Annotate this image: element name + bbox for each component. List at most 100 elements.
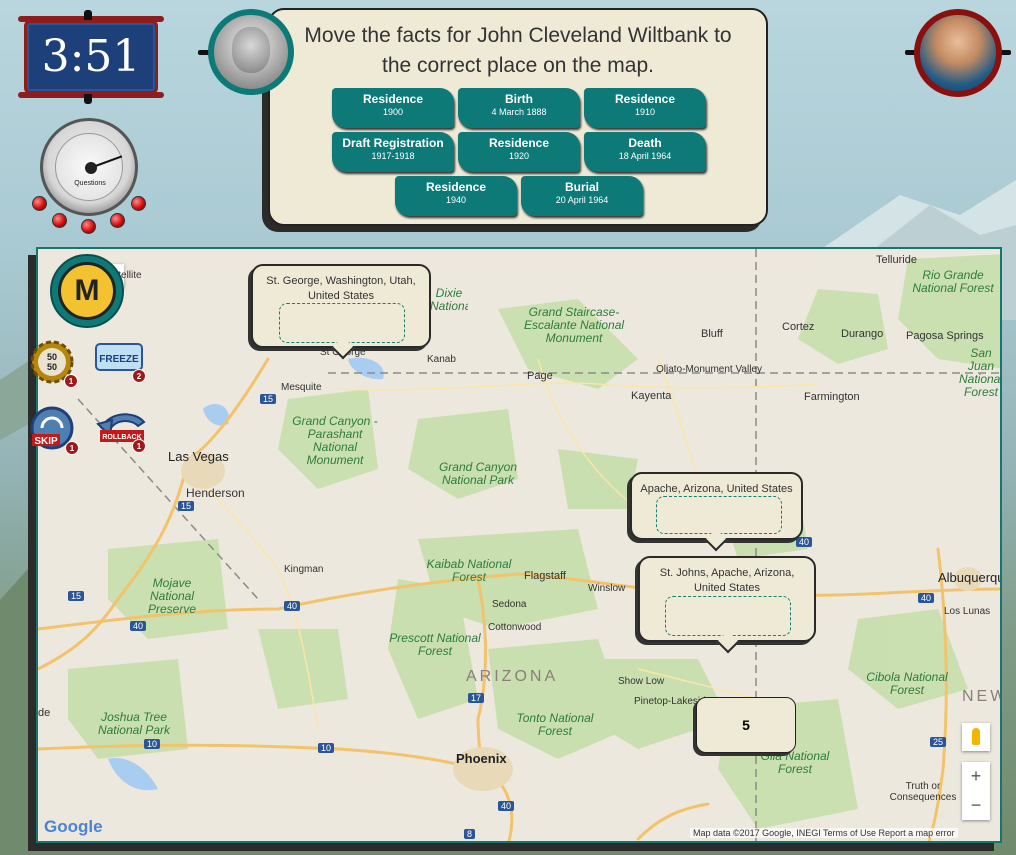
highway-shield: 15 <box>68 591 85 601</box>
mode-badge: M <box>50 254 124 328</box>
place-label: Kingman <box>284 564 324 575</box>
question-dot <box>110 213 125 228</box>
zoom-control: + − <box>962 762 990 820</box>
countdown-timer: 3:51 <box>18 10 164 104</box>
svg-text:50: 50 <box>47 352 57 362</box>
fact-card[interactable]: Birth 4 March 1888 <box>458 88 580 128</box>
zoom-out-button[interactable]: − <box>962 791 990 820</box>
google-logo: Google <box>44 817 103 836</box>
city-label: Las Vegas <box>168 449 229 464</box>
place-label: Los Lunas <box>944 606 991 617</box>
place-label: Farmington <box>804 391 860 403</box>
highway-shield: 15 <box>178 501 195 511</box>
question-dot <box>52 213 67 228</box>
place-label: Sedona <box>492 599 527 610</box>
fact-card[interactable]: Residence 1940 <box>395 176 517 216</box>
place-label: Durango <box>841 328 884 340</box>
park-label: Joshua Tree National Park <box>97 710 171 737</box>
park-label: Grand Canyon - Parashant National Monume… <box>292 414 378 467</box>
drop-target-st-johns[interactable]: St. Johns, Apache, Arizona, United State… <box>638 556 816 654</box>
park-label: Grand Staircase-Escalante National Monum… <box>523 305 625 345</box>
callout-title: St. Johns, Apache, Arizona, United State… <box>659 567 795 594</box>
skip-lifeline[interactable]: SKIP 1 <box>28 404 80 455</box>
drop-target-st-george[interactable]: St. George, Washington, Utah, United Sta… <box>251 264 431 360</box>
callout-title: Apache, Arizona, United States <box>640 483 793 495</box>
fact-card[interactable]: Burial 20 April 1964 <box>521 176 643 216</box>
highway-shield: 25 <box>930 737 947 747</box>
map-attribution[interactable]: Map data ©2017 Google, INEGI Terms of Us… <box>690 828 958 838</box>
highway-shield: 10 <box>144 739 161 749</box>
fifty-fifty-lifeline[interactable]: 50 50 1 <box>30 340 78 388</box>
lifeline-count: 1 <box>64 374 78 388</box>
counter-box: 5 <box>696 697 796 753</box>
question-dot <box>81 219 96 234</box>
place-label: Show Low <box>618 676 665 687</box>
park-label: Tonto National Forest <box>516 711 594 738</box>
state-label: ARIZONA <box>466 668 559 685</box>
highway-shield: 17 <box>468 693 485 703</box>
place-label: Cottonwood <box>488 622 542 633</box>
highway-shield: 40 <box>918 593 935 603</box>
place-label: Telluride <box>876 254 917 266</box>
highway-shield: 40 <box>796 537 813 547</box>
place-label: Oljato-Monument Valley <box>656 364 762 375</box>
player-avatar <box>914 9 1002 97</box>
question-dot <box>131 196 146 211</box>
drop-zone[interactable] <box>656 496 782 534</box>
question-dot <box>32 196 47 211</box>
place-label: Bluff <box>701 328 723 340</box>
lifeline-count: 1 <box>132 439 146 453</box>
highway-shield: 15 <box>260 394 277 404</box>
place-label: Cortez <box>782 321 815 333</box>
city-label: Albuquerque <box>938 570 1000 585</box>
place-label: Henderson <box>186 486 245 500</box>
lifeline-count: 1 <box>65 441 79 455</box>
instruction-panel: Move the facts for John Cleveland Wiltba… <box>268 8 768 226</box>
timer-value: 3:51 <box>24 20 158 94</box>
fact-card[interactable]: Residence 1920 <box>458 132 580 172</box>
svg-text:FREEZE: FREEZE <box>99 354 139 365</box>
park-label: Dixie National Forest <box>430 287 468 313</box>
fact-card[interactable]: Draft Registration 1917-1918 <box>332 132 454 172</box>
fact-card[interactable]: Death 18 April 1964 <box>584 132 706 172</box>
fact-card[interactable]: Residence 1910 <box>584 88 706 128</box>
place-label: Page <box>527 370 553 382</box>
highway-shield: 40 <box>130 621 147 631</box>
park-label: Gila National Forest <box>760 749 830 776</box>
instruction-text: Move the facts for John Cleveland Wiltba… <box>304 24 732 77</box>
place-label: Kayenta <box>631 390 672 402</box>
park-label: Cibola National Forest <box>866 670 948 697</box>
lifeline-count: 2 <box>132 369 146 383</box>
ancestor-avatar <box>208 9 294 95</box>
state-label: NEW <box>962 688 1000 705</box>
rollback-lifeline[interactable]: ROLLBACK 1 <box>94 406 150 453</box>
map-view[interactable]: 15 15 15 40 40 40 40 17 10 10 25 8 40 Te… <box>36 247 1002 843</box>
highway-shield: 10 <box>318 743 335 753</box>
highway-shield: 40 <box>284 601 301 611</box>
freeze-lifeline[interactable]: FREEZE 2 <box>94 340 146 383</box>
fact-card[interactable]: Residence 1900 <box>332 88 454 128</box>
park-label: Rio Grande National Forest <box>912 268 994 295</box>
place-label: Kanab <box>427 354 456 365</box>
gauge-label: Questions <box>74 180 106 187</box>
park-label: San Juan National Forest <box>958 347 1002 399</box>
place-label: Pagosa Springs <box>906 330 984 342</box>
park-label: Prescott National Forest <box>389 631 481 658</box>
park-label: Kaibab National Forest <box>426 557 512 584</box>
place-label: Truth or Consequences <box>889 781 957 803</box>
callout-title: St. George, Washington, Utah, United Sta… <box>266 275 416 302</box>
street-view-pegman-icon[interactable] <box>962 723 990 751</box>
questions-gauge: Questions <box>40 118 138 216</box>
zoom-in-button[interactable]: + <box>962 762 990 791</box>
highway-shield: 8 <box>464 829 476 839</box>
edge-label: de <box>38 707 51 719</box>
place-label: Mesquite <box>281 382 322 393</box>
city-label: Phoenix <box>456 751 507 766</box>
place-label: Flagstaff <box>524 570 566 582</box>
park-label: Mojave National Preserve <box>147 576 197 616</box>
place-label: Winslow <box>588 583 626 594</box>
park-label: Grand Canyon National Park <box>438 460 518 487</box>
drop-target-apache[interactable]: Apache, Arizona, United States <box>630 472 803 552</box>
highway-shield: 40 <box>498 801 515 811</box>
svg-text:SKIP: SKIP <box>34 436 58 447</box>
